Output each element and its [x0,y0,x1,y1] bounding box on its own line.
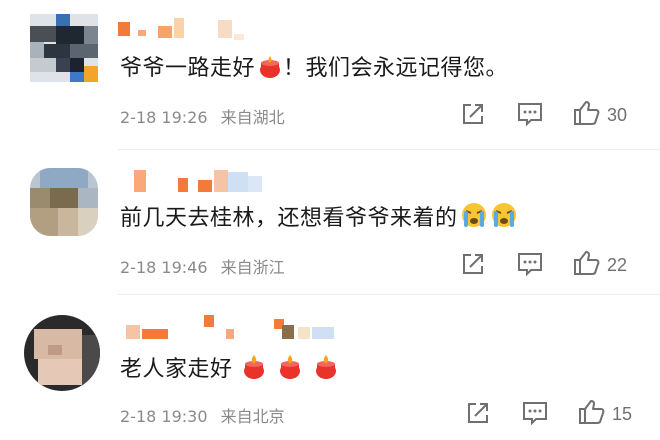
share-button[interactable] [466,401,490,429]
like-button[interactable]: 22 [573,250,627,280]
share-button[interactable] [461,252,485,280]
comment-meta: 2-18 19:30 来自北京 [120,403,285,427]
timestamp: 2-18 19:26 [120,108,208,127]
comment-meta: 2-18 19:46 来自浙江 [120,254,285,278]
candle-emoji [241,352,267,386]
share-button[interactable] [461,102,485,130]
reply-button[interactable] [517,102,543,130]
like-button[interactable]: 15 [578,399,632,429]
share-icon [461,252,485,280]
location: 来自湖北 [220,108,285,127]
timestamp: 2-18 19:46 [120,258,208,277]
share-icon [466,401,490,429]
username-blurred[interactable] [118,315,348,339]
reply-button[interactable] [522,401,548,429]
comment-icon [517,102,543,130]
comment-meta: 2-18 19:26 来自湖北 [120,104,285,128]
comment-icon [517,252,543,280]
like-count: 15 [612,403,633,424]
candle-emoji [313,352,339,386]
comment-text-part: 老人家走好 [120,357,233,382]
comment-text: 爷爷一路走好 ！我们会永远记得您。 [120,50,508,85]
candle-emoji [277,352,303,386]
candle-emoji [257,53,283,85]
comment-text: 老人家走好 [120,351,339,386]
comment-item: 前几天去桂林，还想看爷爷来着的 2-18 19:46 来自浙江 22 [0,150,660,295]
location: 来自浙江 [220,258,285,277]
crying-face-emoji [460,201,488,235]
reply-button[interactable] [517,252,543,280]
username-blurred[interactable] [118,168,278,192]
comment-text-part: 前几天去桂林，还想看爷爷来着的 [120,206,458,231]
username-blurred[interactable] [118,14,258,40]
crying-face-emoji [490,201,518,235]
avatar[interactable] [30,168,98,236]
like-thumb-icon [573,100,601,130]
like-count: 30 [607,104,628,125]
like-thumb-icon [573,250,601,280]
timestamp: 2-18 19:30 [120,407,208,426]
share-icon [461,102,485,130]
like-button[interactable]: 30 [573,100,627,130]
comment-text-part: 爷爷一路走好 [120,56,256,81]
comment-icon [522,401,548,429]
comment-item: 爷爷一路走好 ！我们会永远记得您。 2-18 19:26 来自湖北 30 [0,0,660,145]
avatar[interactable] [30,14,98,82]
like-count: 22 [607,254,628,275]
avatar[interactable] [24,315,100,391]
like-thumb-icon [578,399,606,429]
comment-item: 老人家走好 2-18 19:30 来自北京 15 [0,295,660,440]
location: 来自北京 [220,407,285,426]
comment-text: 前几天去桂林，还想看爷爷来着的 [120,200,518,235]
comment-text-part: ！我们会永远记得您。 [283,56,509,81]
